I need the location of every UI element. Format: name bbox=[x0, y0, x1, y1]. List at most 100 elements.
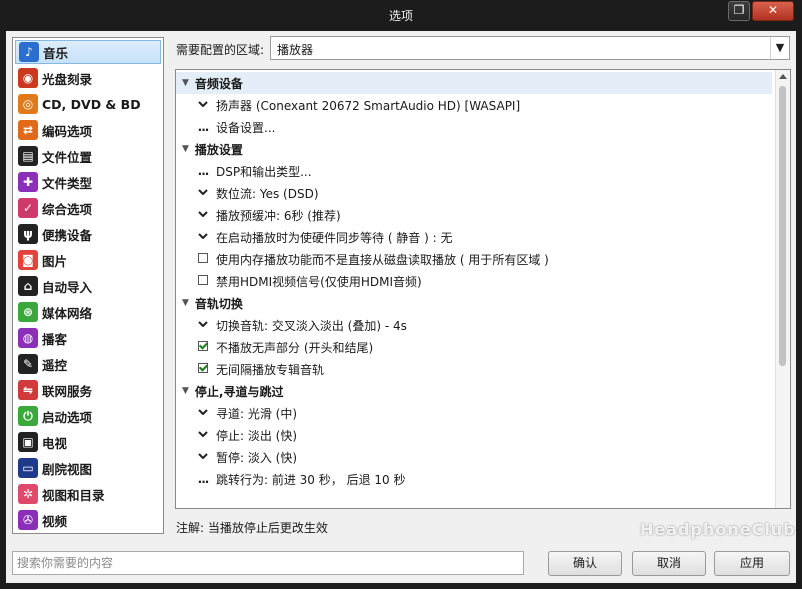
ellipsis-icon[interactable]: ... bbox=[196, 164, 210, 178]
sidebar-item[interactable]: ⇄ 编码选项 bbox=[15, 118, 161, 142]
ellipsis-icon[interactable]: ... bbox=[196, 120, 210, 134]
sidebar-item[interactable]: ▤ 文件位置 bbox=[15, 144, 161, 168]
chevron-down-icon[interactable] bbox=[196, 320, 210, 331]
maximize-button[interactable]: ❐ bbox=[728, 1, 750, 21]
sidebar-item[interactable]: ✎ 遥控 bbox=[15, 352, 161, 376]
chevron-down-icon[interactable] bbox=[196, 430, 210, 441]
section-title: 音频设备 bbox=[194, 76, 243, 91]
sidebar-item[interactable]: ψ 便携设备 bbox=[15, 222, 161, 246]
chevron-down-icon[interactable] bbox=[196, 452, 210, 463]
setting-label: 不播放无声部分 (开头和结尾) bbox=[216, 340, 374, 355]
setting-label: 寻道: 光滑 (中) bbox=[216, 406, 298, 421]
sidebar-item-label: 便携设备 bbox=[42, 227, 93, 243]
dialog-setting[interactable]: ... DSP和输出类型... bbox=[176, 160, 772, 182]
section-header[interactable]: ▼ 音轨切换 bbox=[176, 292, 772, 314]
sidebar-item-label: 启动选项 bbox=[42, 409, 93, 425]
collapse-triangle-icon[interactable]: ▼ bbox=[182, 298, 189, 308]
setting-label: 暂停: 淡入 (快) bbox=[216, 450, 298, 465]
sidebar-item[interactable]: ⊛ 媒体网络 bbox=[15, 300, 161, 324]
close-button[interactable]: ✕ bbox=[752, 1, 794, 21]
setting-label: 在启动播放时为使硬件同步等待 ( 静音 ) : 无 bbox=[216, 230, 453, 245]
collapse-triangle-icon[interactable]: ▼ bbox=[182, 386, 189, 396]
sidebar-item-label: 自动导入 bbox=[42, 279, 93, 295]
setting-label: 数位流: Yes (DSD) bbox=[216, 186, 319, 201]
setting-label: 停止: 淡出 (快) bbox=[216, 428, 298, 443]
checkbox-setting[interactable]: 不播放无声部分 (开头和结尾) bbox=[176, 336, 772, 358]
checkbox-checked-icon[interactable] bbox=[196, 340, 210, 354]
dropdown-setting[interactable]: 在启动播放时为使硬件同步等待 ( 静音 ) : 无 bbox=[176, 226, 772, 248]
sidebar-item[interactable]: ✇ 视频 bbox=[15, 508, 161, 532]
podcast-icon: ◍ bbox=[18, 328, 38, 348]
dropdown-setting[interactable]: 切换音轨: 交叉淡入淡出 (叠加) - 4s bbox=[176, 314, 772, 336]
setting-label: 禁用HDMI视频信号(仅使用HDMI音频) bbox=[216, 274, 422, 289]
region-select[interactable]: 播放器 ▼ bbox=[270, 36, 790, 60]
checkbox-checked-icon[interactable] bbox=[196, 362, 210, 376]
title-bar: 选项 ❐ ✕ bbox=[0, 0, 802, 30]
sidebar-item[interactable]: ▭ 剧院视图 bbox=[15, 456, 161, 480]
cd-icon: ◎ bbox=[18, 94, 38, 114]
sidebar-item[interactable]: ◍ 播客 bbox=[15, 326, 161, 350]
setting-label: 切换音轨: 交叉淡入淡出 (叠加) - 4s bbox=[216, 318, 407, 333]
sidebar-item-label: 文件位置 bbox=[42, 149, 93, 165]
setting-label: DSP和输出类型... bbox=[216, 164, 312, 179]
collapse-triangle-icon[interactable]: ▼ bbox=[182, 144, 189, 154]
dialog-body: ♪ 音乐 ◉ 光盘刻录 ◎ CD, DVD & BD ⇄ 编码选项 ▤ 文件位置 ✚ 文件类型 ✓ 综合选… bbox=[6, 31, 796, 583]
sidebar-item[interactable]: ◎ CD, DVD & BD bbox=[15, 92, 161, 116]
sidebar-item[interactable]: ⏻ 启动选项 bbox=[15, 404, 161, 428]
chevron-down-icon[interactable] bbox=[196, 232, 210, 243]
ellipsis-icon[interactable]: ... bbox=[196, 472, 210, 486]
section-header[interactable]: ▼ 音频设备 bbox=[176, 72, 772, 94]
collapse-triangle-icon[interactable]: ▼ bbox=[182, 78, 189, 88]
checkbox-setting[interactable]: 使用内存播放功能而不是直接从磁盘读取播放 ( 用于所有区域 ) bbox=[176, 248, 772, 270]
film-icon: ✇ bbox=[18, 510, 38, 530]
dialog-setting[interactable]: ... 跳转行为: 前进 30 秒， 后退 10 秒 bbox=[176, 468, 772, 490]
encode-arrows-icon: ⇄ bbox=[18, 120, 38, 140]
sidebar-item-label: 视图和目录 bbox=[42, 487, 105, 503]
sidebar-item[interactable]: ✓ 综合选项 bbox=[15, 196, 161, 220]
sidebar-item[interactable]: ✲ 视图和目录 bbox=[15, 482, 161, 506]
chevron-down-icon[interactable] bbox=[196, 100, 210, 111]
chevron-down-icon[interactable]: ▼ bbox=[770, 37, 789, 59]
file-location-icon: ▤ bbox=[18, 146, 38, 166]
scroll-thumb[interactable] bbox=[779, 86, 786, 366]
checkbox-unchecked-icon[interactable] bbox=[196, 274, 210, 288]
checkbox-setting[interactable]: 禁用HDMI视频信号(仅使用HDMI音频) bbox=[176, 270, 772, 292]
sidebar-item-label: CD, DVD & BD bbox=[42, 96, 141, 112]
dropdown-setting[interactable]: 寻道: 光滑 (中) bbox=[176, 402, 772, 424]
section-header[interactable]: ▼ 播放设置 bbox=[176, 138, 772, 160]
setting-label: 扬声器 (Conexant 20672 SmartAudio HD) [WASA… bbox=[216, 98, 521, 113]
vertical-scrollbar[interactable] bbox=[775, 70, 790, 508]
chevron-down-icon[interactable] bbox=[196, 408, 210, 419]
sidebar-item[interactable]: ✚ 文件类型 bbox=[15, 170, 161, 194]
dropdown-setting[interactable]: 停止: 淡出 (快) bbox=[176, 424, 772, 446]
sidebar-item[interactable]: ⇋ 联网服务 bbox=[15, 378, 161, 402]
section-header[interactable]: ▼ 停止,寻道与跳过 bbox=[176, 380, 772, 402]
dropdown-setting[interactable]: 播放预缓冲: 6秒 (推荐) bbox=[176, 204, 772, 226]
cancel-button[interactable]: 取消 bbox=[632, 551, 706, 576]
setting-label: 无间隔播放专辑音轨 bbox=[216, 362, 325, 377]
search-input[interactable] bbox=[12, 551, 524, 575]
ok-button[interactable]: 确认 bbox=[548, 551, 622, 576]
power-icon: ⏻ bbox=[18, 406, 38, 426]
sidebar-item[interactable]: ◉ 光盘刻录 bbox=[15, 66, 161, 90]
sidebar-item[interactable]: ▣ 电视 bbox=[15, 430, 161, 454]
sidebar-item[interactable]: ♪ 音乐 bbox=[15, 40, 161, 64]
setting-label: 播放预缓冲: 6秒 (推荐) bbox=[216, 208, 341, 223]
dialog-setting[interactable]: ... 设备设置... bbox=[176, 116, 772, 138]
chevron-down-icon[interactable] bbox=[196, 210, 210, 221]
auto-import-icon: ⌂ bbox=[18, 276, 38, 296]
chevron-down-icon[interactable] bbox=[196, 188, 210, 199]
sidebar-item-label: 光盘刻录 bbox=[42, 71, 93, 87]
settings-panel: ... 跳转行为: 前进 30 秒， 后退 10 秒 暂停: 淡入 (快) 停止: 淡… bbox=[175, 69, 791, 509]
scroll-up-icon[interactable] bbox=[779, 74, 787, 79]
dropdown-setting[interactable]: 暂停: 淡入 (快) bbox=[176, 446, 772, 468]
checkbox-setting[interactable]: 无间隔播放专辑音轨 bbox=[176, 358, 772, 380]
apply-button[interactable]: 应用 bbox=[714, 551, 790, 576]
sidebar-item[interactable]: ◙ 图片 bbox=[15, 248, 161, 272]
dropdown-setting[interactable]: 扬声器 (Conexant 20672 SmartAudio HD) [WASA… bbox=[176, 94, 772, 116]
sidebar-item[interactable]: ⌂ 自动导入 bbox=[15, 274, 161, 298]
checkbox-unchecked-icon[interactable] bbox=[196, 252, 210, 266]
dropdown-setting[interactable]: 数位流: Yes (DSD) bbox=[176, 182, 772, 204]
sidebar-item-label: 遥控 bbox=[42, 357, 68, 373]
setting-label: 使用内存播放功能而不是直接从磁盘读取播放 ( 用于所有区域 ) bbox=[216, 252, 549, 267]
